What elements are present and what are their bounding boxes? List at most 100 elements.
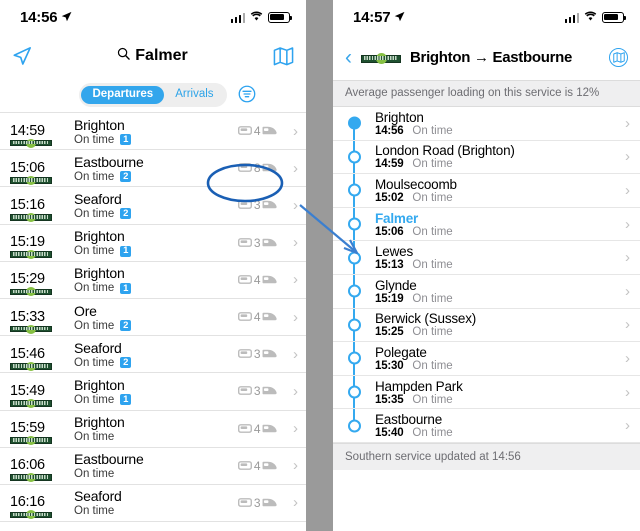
route-rail bbox=[333, 140, 375, 174]
calling-point-row[interactable]: Falmer 15:06 On time › bbox=[333, 207, 640, 242]
chevron-right-icon: › bbox=[625, 148, 630, 166]
panel-divider bbox=[306, 0, 333, 531]
chevron-right-icon: › bbox=[625, 316, 630, 334]
front-train-icon bbox=[262, 422, 278, 436]
departure-time-block: 16:16 bbox=[10, 495, 68, 520]
departure-info: Seaford On time bbox=[68, 488, 238, 517]
calling-point-row[interactable]: Berwick (Sussex) 15:25 On time › bbox=[333, 308, 640, 343]
chevron-right-icon: › bbox=[293, 122, 298, 140]
front-train-icon bbox=[262, 236, 278, 250]
departure-status-row: On time 1 bbox=[74, 394, 238, 406]
chevron-right-icon: › bbox=[625, 114, 630, 132]
calling-point-row[interactable]: Glynde 15:19 On time › bbox=[333, 274, 640, 309]
rear-carriage-icon bbox=[238, 459, 253, 473]
rear-carriage-icon bbox=[238, 198, 253, 212]
location-arrow-icon bbox=[61, 9, 72, 26]
departure-status-row: On time 1 bbox=[74, 134, 238, 146]
departure-row[interactable]: 15:19 Brighton On time 1 3 › bbox=[0, 225, 306, 262]
stop-dot-icon bbox=[347, 318, 361, 332]
departure-row[interactable]: 15:06 Eastbourne On time 2 8 › bbox=[0, 150, 306, 188]
departure-status: On time bbox=[74, 431, 115, 444]
calling-point-time: 15:30 bbox=[375, 359, 404, 372]
route-rail bbox=[333, 241, 375, 274]
page-title: Falmer bbox=[117, 47, 188, 65]
departure-row[interactable]: 15:59 Brighton On time 4 › bbox=[0, 411, 306, 448]
calling-point-row[interactable]: Lewes 15:13 On time › bbox=[333, 241, 640, 275]
segmented-control-row: Departures Arrivals bbox=[0, 78, 306, 112]
departure-destination: Eastbourne bbox=[74, 451, 144, 468]
calling-point-time: 15:02 bbox=[375, 191, 404, 204]
calling-point-info: London Road (Brighton) 14:59 On time bbox=[375, 143, 620, 170]
coach-count: 4 bbox=[238, 273, 278, 287]
departure-time-block: 15:29 bbox=[10, 272, 68, 297]
coach-count: 4 bbox=[238, 422, 278, 436]
back-button[interactable]: ‹ bbox=[345, 47, 352, 68]
platform-badge: 2 bbox=[120, 208, 132, 220]
chevron-right-icon: › bbox=[625, 383, 630, 401]
departure-row[interactable]: 14:59 Brighton On time 1 4 › bbox=[0, 113, 306, 151]
route-rail bbox=[333, 342, 375, 375]
calling-point-info: Hampden Park 15:35 On time bbox=[375, 379, 620, 406]
calling-point-row[interactable]: Moulsecoomb 15:02 On time › bbox=[333, 174, 640, 208]
calling-point-row[interactable]: Hampden Park 15:35 On time › bbox=[333, 375, 640, 410]
route-rail bbox=[333, 107, 375, 140]
departure-time: 15:59 bbox=[10, 420, 45, 437]
chevron-right-icon: › bbox=[293, 234, 298, 252]
departure-row[interactable]: 16:06 Eastbourne On time 4 › bbox=[0, 448, 306, 485]
calling-point-row[interactable]: Brighton 14:56 On time › bbox=[333, 107, 640, 141]
departure-status-row: On time 2 bbox=[74, 320, 238, 332]
filter-button[interactable] bbox=[238, 85, 256, 108]
service-detail-screen: 14:57 ‹ Brighton → Eastbourne Average pa… bbox=[333, 0, 640, 531]
calling-point-info: Lewes 15:13 On time bbox=[375, 244, 620, 271]
departure-time-block: 15:46 bbox=[10, 346, 68, 371]
calling-point-row[interactable]: Eastbourne 15:40 On time › bbox=[333, 409, 640, 443]
status-bar-time-right: 14:57 bbox=[353, 8, 391, 26]
calling-point-time: 15:40 bbox=[375, 427, 404, 440]
calling-point-status: On time bbox=[412, 326, 453, 339]
departure-time: 14:59 bbox=[10, 122, 45, 139]
departures-arrivals-segmented[interactable]: Departures Arrivals bbox=[79, 83, 227, 107]
departure-destination: Ore bbox=[74, 302, 97, 319]
departure-destination: Brighton bbox=[74, 414, 125, 431]
rear-carriage-icon bbox=[238, 236, 253, 250]
search-icon bbox=[117, 47, 131, 65]
departure-destination: Brighton bbox=[74, 116, 125, 133]
map-button[interactable] bbox=[609, 47, 628, 67]
calling-point-status: On time bbox=[412, 259, 453, 272]
footer-banner: Southern service updated at 14:56 bbox=[333, 442, 640, 470]
location-button[interactable] bbox=[12, 46, 32, 66]
departure-time-block: 15:59 bbox=[10, 420, 68, 446]
departure-row[interactable]: 15:33 Ore On time 2 4 › bbox=[0, 299, 306, 337]
departure-row[interactable]: 15:16 Seaford On time 2 3 › bbox=[0, 187, 306, 225]
departure-row[interactable]: 15:49 Brighton On time 1 3 › bbox=[0, 373, 306, 411]
departure-info: Brighton On time 1 bbox=[68, 228, 238, 257]
page-title-text: Falmer bbox=[135, 47, 188, 64]
departure-row[interactable]: 15:29 Brighton On time 1 4 › bbox=[0, 262, 306, 299]
wifi-icon bbox=[250, 8, 263, 26]
battery-icon bbox=[268, 11, 292, 23]
coach-count: 8 bbox=[238, 161, 278, 175]
status-bar-time-wrap-right: 14:57 bbox=[353, 9, 405, 26]
calling-point-sub: 15:35 On time bbox=[375, 394, 620, 406]
status-bar-indicators-right bbox=[564, 8, 626, 26]
departure-row[interactable]: 15:46 Seaford On time 2 3 › bbox=[0, 336, 306, 374]
departure-time-block: 14:59 bbox=[10, 122, 68, 148]
departure-row[interactable]: 16:16 Seaford On time 3 › bbox=[0, 485, 306, 523]
chevron-right-icon: › bbox=[293, 494, 298, 512]
chevron-right-icon: › bbox=[293, 382, 298, 400]
map-button[interactable] bbox=[273, 46, 294, 67]
calling-point-info: Berwick (Sussex) 15:25 On time bbox=[375, 311, 620, 338]
calling-point-status: On time bbox=[412, 225, 453, 238]
tab-departures[interactable]: Departures bbox=[81, 85, 165, 105]
calling-point-row[interactable]: London Road (Brighton) 14:59 On time › bbox=[333, 140, 640, 175]
rear-carriage-icon bbox=[238, 124, 253, 138]
tab-arrivals[interactable]: Arrivals bbox=[164, 86, 224, 105]
coach-count: 4 bbox=[238, 310, 278, 324]
calling-point-status: On time bbox=[412, 124, 453, 137]
departure-info: Brighton On time 1 bbox=[68, 265, 238, 294]
calling-point-name: Eastbourne bbox=[375, 412, 443, 428]
departure-status: On time bbox=[74, 356, 115, 369]
stop-dot-icon bbox=[347, 116, 361, 130]
calling-point-row[interactable]: Polegate 15:30 On time › bbox=[333, 342, 640, 376]
departure-time-block: 16:06 bbox=[10, 458, 68, 483]
